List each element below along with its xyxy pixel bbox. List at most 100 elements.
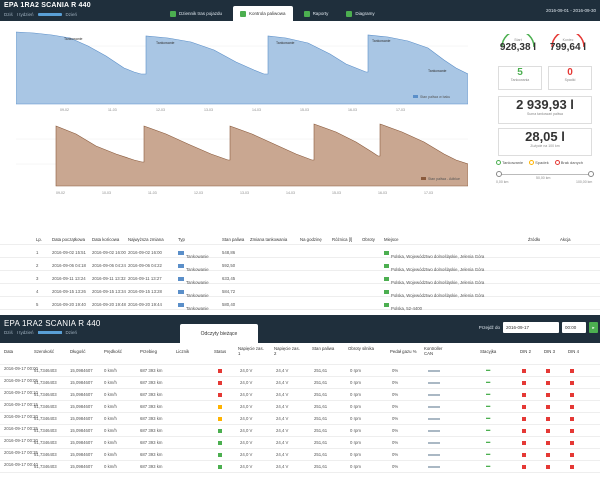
table-row[interactable]: 2016-09-17 00:30 51,7346403 15,0984607 0 km… [0,438,600,449]
period-day[interactable]: Dzień [66,330,78,335]
cell-place[interactable]: Polska, Województwo dolnośląskie, Jeleni… [384,276,484,285]
period-slider[interactable] [37,331,62,334]
cell-date: 2016-09-17 00:20 [4,414,38,419]
cell-place[interactable]: Polska, 52-4400 [384,302,422,311]
din-4-indicator [570,429,574,433]
jump-label: Przejdź do [478,325,500,330]
col-header[interactable]: Data końcowa [92,237,119,242]
cell-end: 2016-09-20 19:48 [92,302,126,307]
chart-annotation: Tankowanie [428,69,447,73]
table-row[interactable]: 2 2016-09-06 04:18 2016-09-06 04:24 2016… [0,259,600,272]
period-today[interactable]: Dziś [4,330,13,335]
ignition-icon: ▬ [486,391,491,396]
can-indicator [428,394,440,396]
legend-refuel[interactable]: Tankowanie [496,160,523,166]
col-header[interactable]: Prędkość [104,349,122,355]
period-slider[interactable] [37,13,62,16]
period-today[interactable]: Dziś [4,12,13,17]
slider-handle-left[interactable] [496,171,502,177]
tab-fuel-control[interactable]: Kontrola paliwowa [233,6,293,21]
panel-period-selector[interactable]: Dziś I tydzień Dzień [4,330,77,335]
col-header[interactable]: Obroty [362,237,375,242]
cell-change: 2016-09-15 13:28 [128,289,162,294]
col-header[interactable]: Licznik [176,349,189,355]
x-tick: 12-03 [194,191,203,195]
col-header[interactable]: Status [214,349,226,355]
col-header[interactable]: Stan paliwa [222,237,244,242]
table-row[interactable]: 2016-09-17 00:35 51,7346403 15,0984607 0 km… [0,450,600,461]
col-header[interactable]: Miejsce [384,237,399,242]
status-indicator [218,405,222,409]
cell-fuel: 580,40 [222,302,236,307]
panel-title: EPA 1RA2 SCANIA R 440 [4,319,101,328]
period-week[interactable]: I tydzień [17,330,34,335]
table-row[interactable]: 5 2016-09-20 19:40 2016-09-20 19:48 2016… [0,298,600,311]
can-indicator [428,466,440,468]
table-row[interactable]: 3 2016-09-11 13:24 2016-09-11 13:32 2016… [0,272,600,285]
col-header[interactable]: Data [4,349,13,355]
legend-drop[interactable]: Spadek [529,160,549,166]
col-header[interactable]: Kontroller CAN [424,346,452,356]
cell-gas: 0% [392,380,399,385]
time-input[interactable]: 00:00 [562,322,586,333]
legend-swatch [421,177,426,180]
status-indicator [218,417,222,421]
date-input[interactable]: 2016-09-17 [503,322,559,333]
table-row[interactable]: 2016-09-17 00:05 51,7346403 15,0984607 0 km… [0,378,600,389]
tab-reports[interactable]: Raporty [297,6,336,21]
table-row[interactable]: 4 2016-09-15 13:26 2016-09-15 13:34 2016… [0,285,600,298]
tab-diagrams[interactable]: Diagramy [339,6,381,21]
col-header[interactable]: Przebieg [140,349,157,355]
din-2-indicator [522,453,526,457]
event-legend: Tankowanie Spadek Brak danych [496,160,583,166]
fuel-level-chart[interactable]: Tankowanie Tankowanie Tankowanie Tankowa… [4,26,469,114]
cell-start: 2016-09-02 15:51 [52,250,86,255]
col-header[interactable]: DIN 3 [544,349,555,355]
col-header[interactable]: Różnica [l] [332,237,352,242]
cell-place[interactable]: Polska, Województwo dolnośląskie, Jeleni… [384,250,484,259]
col-header[interactable]: Zmiana tankowania [250,237,287,242]
go-button[interactable]: ▸ [589,322,598,333]
col-header[interactable]: Akcja [560,237,571,242]
col-header[interactable]: Stacyjka [480,349,496,355]
table-row[interactable]: 2016-09-17 00:20 51,7346403 15,0984607 0 km… [0,414,600,425]
date-range[interactable]: 2016-09-01 - 2016-09-30 [546,8,596,13]
col-header[interactable]: Obroty silnika [348,346,376,352]
table-row[interactable]: 1 2016-09-02 15:51 2016-09-02 16:00 2016… [0,246,600,259]
cell-place[interactable]: Polska, Województwo dolnośląskie, Jeleni… [384,263,484,272]
slider-handle-right[interactable] [588,171,594,177]
col-header[interactable]: Stan paliwa [312,346,338,352]
x-tick: 12-03 [156,108,165,112]
col-header[interactable]: DIN 2 [520,349,531,355]
col-header[interactable]: Data początkowa [52,237,85,242]
table-row[interactable]: 2016-09-17 00:10 51,7346403 15,0984607 0 km… [0,390,600,401]
col-header[interactable]: Pedał gazu % [390,349,417,355]
tab-route-log[interactable]: Dziennik tras pojazdu [163,6,229,21]
status-indicator [218,393,222,397]
col-header[interactable]: Napięcie zas. 1 [238,346,266,356]
distance-slider[interactable]: 0,00 km 50,00 km 100,00 km [496,170,594,190]
table-row[interactable]: 2016-09-17 00:40 51,7346403 15,0984607 0 km… [0,462,600,473]
col-header[interactable]: Najwyższa zmiana [128,237,164,242]
din-2-indicator [522,417,526,421]
cell-place[interactable]: Polska, Województwo dolnośląskie, Jeleni… [384,289,484,298]
legend-nodata[interactable]: Brak danych [554,160,583,166]
col-header[interactable]: Lp. [36,237,42,242]
cell-voltage2: 24,4 V [276,440,289,445]
period-day[interactable]: Dzień [66,12,78,17]
col-header[interactable]: Napięcie zas. 2 [274,346,302,356]
table-row[interactable]: 2016-09-17 00:00 51,7346403 15,0984607 0 km… [0,366,600,377]
col-header[interactable]: Na godzinę [300,237,322,242]
table-row[interactable]: 2016-09-17 00:25 51,7346403 15,0984607 0 km… [0,426,600,437]
col-header[interactable]: Typ [178,237,185,242]
tab-current-readings[interactable]: Odczyty bieżące [180,324,258,343]
col-header[interactable]: Szerokość [34,349,54,355]
period-selector[interactable]: Dziś I tydzień Dzień [4,12,77,17]
col-header[interactable]: Źródło [528,237,540,242]
period-week[interactable]: I tydzień [17,12,34,17]
adblue-level-chart[interactable]: 09-02 10-03 11-03 12-03 13-03 14-03 15-0… [16,114,469,196]
col-header[interactable]: Długość [70,349,86,355]
table-row[interactable]: 2016-09-17 00:15 51,7346403 15,0984607 0 km… [0,402,600,413]
col-header[interactable]: DIN 4 [568,349,579,355]
cell-voltage1: 24,0 V [240,428,253,433]
